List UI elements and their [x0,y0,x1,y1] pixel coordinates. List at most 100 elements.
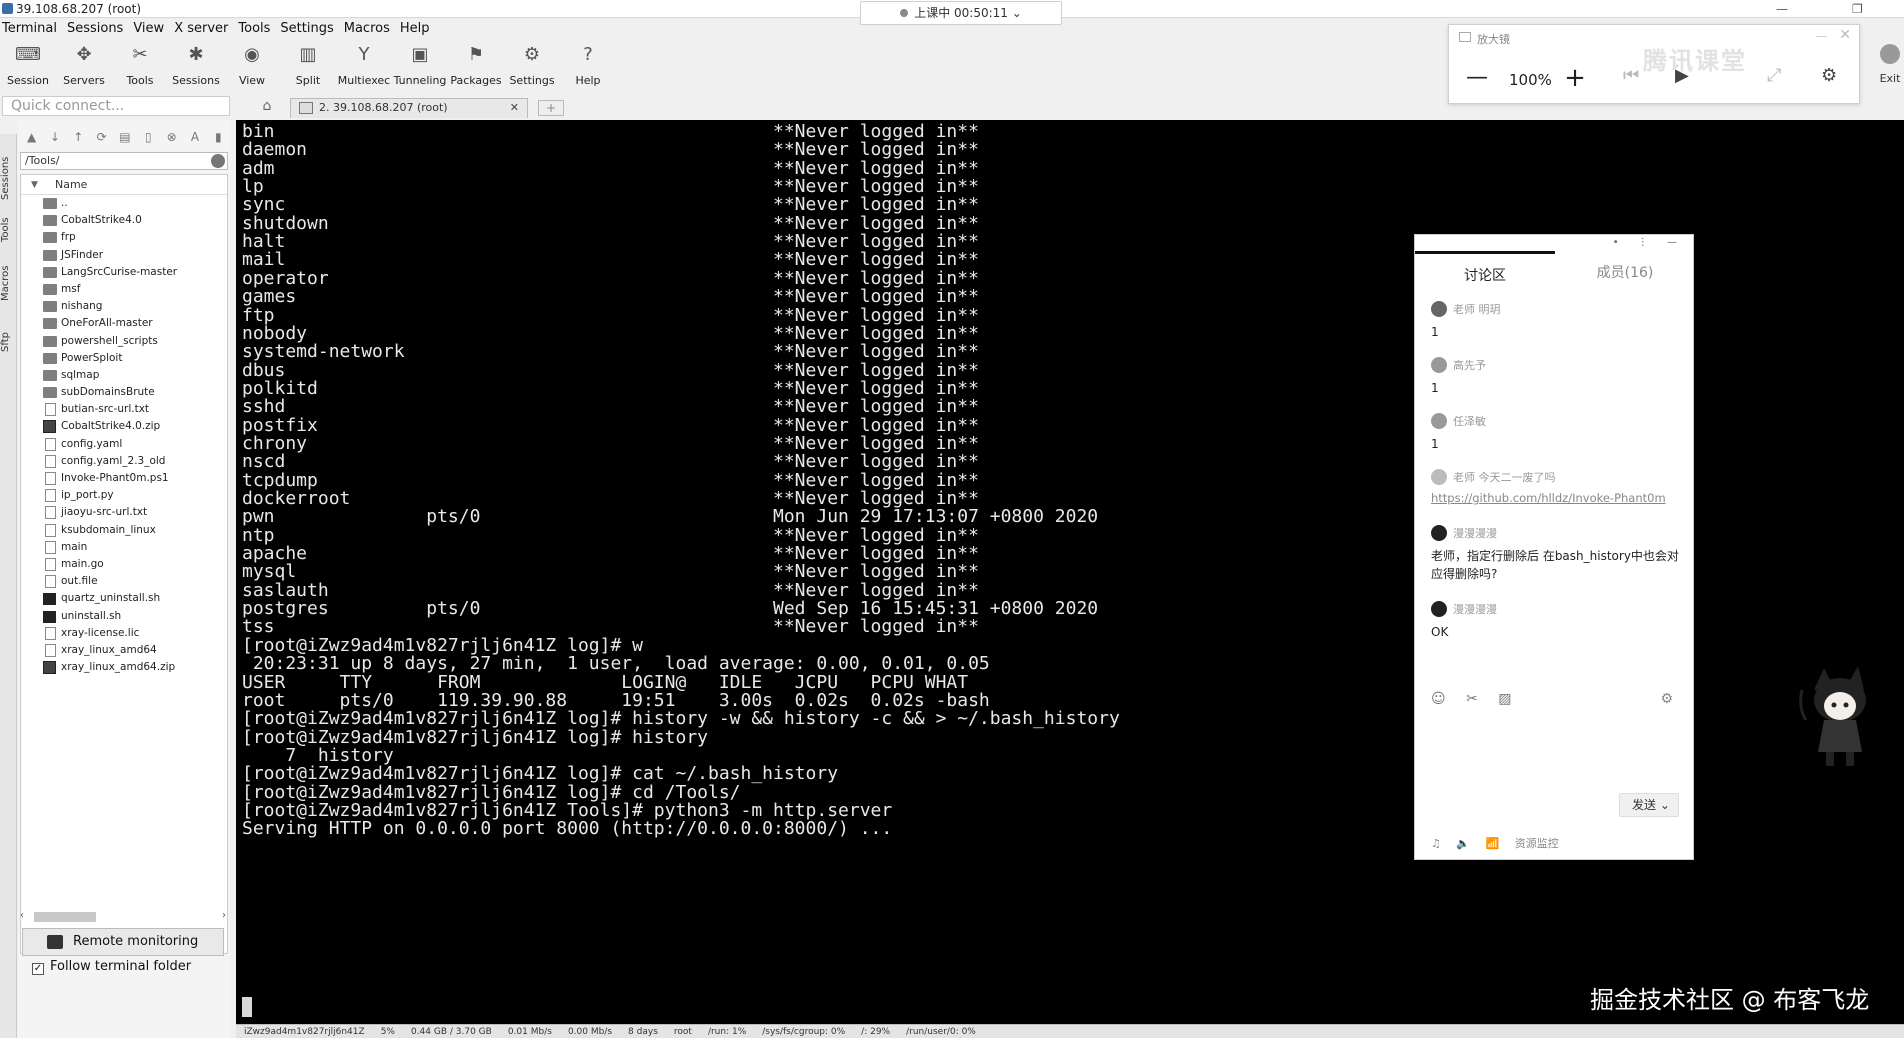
list-item[interactable]: ip_port.py [21,487,227,504]
list-item[interactable]: msf [21,281,227,298]
vtab-tools[interactable]: Tools [0,210,17,250]
list-item[interactable]: main.go [21,556,227,573]
delete-icon[interactable]: ⊗ [162,128,181,146]
list-item[interactable]: Invoke-Phant0m.ps1 [21,470,227,487]
toolbar-servers-button[interactable]: ✥ Servers [56,41,112,89]
list-item[interactable]: xray_linux_amd64 [21,642,227,659]
rename-icon[interactable]: A [185,128,204,146]
refresh-icon[interactable]: ⟳ [92,128,111,146]
list-item[interactable]: subDomainsBrute [21,384,227,401]
list-item[interactable]: out.file [21,573,227,590]
remote-monitoring-button[interactable]: Remote monitoring [22,928,224,956]
list-item[interactable]: ksubdomain_linux [21,522,227,539]
chat-settings-icon[interactable]: ⚙ [1660,691,1673,707]
home-tab-icon[interactable]: ⌂ [252,98,282,118]
session-icon: ⌨ [15,43,41,65]
list-item[interactable]: nishang [21,298,227,315]
vtab-macros[interactable]: Macros [0,258,17,308]
upload-icon[interactable]: ↑ [69,128,88,146]
menu-macros[interactable]: Macros [342,19,398,39]
magnifier-minimize-button[interactable]: — [1815,29,1827,43]
follow-path-icon[interactable] [211,154,225,168]
list-item[interactable]: config.yaml [21,436,227,453]
tab-discussion[interactable]: 讨论区 [1415,251,1555,284]
toolbar-help-button[interactable]: ? Help [560,41,616,89]
list-item[interactable]: powershell_scripts [21,333,227,350]
list-item[interactable]: CobaltStrike4.0.zip [21,418,227,435]
list-item[interactable]: jiaoyu-src-url.txt [21,504,227,521]
maximize-button[interactable]: ❐ [1852,0,1863,18]
list-item[interactable]: main [21,539,227,556]
exit-button[interactable]: Exit [1878,44,1902,85]
session-tab[interactable]: 2. 39.108.68.207 (root) ✕ [290,98,528,118]
vtab-sessions[interactable]: Sessions [0,148,17,208]
previous-icon[interactable]: ⏮ [1623,65,1639,86]
magnifier-close-button[interactable]: ✕ [1839,27,1851,43]
toolbar-tunneling-button[interactable]: ▣ Tunneling [392,41,448,89]
toolbar-settings-button[interactable]: ⚙ Settings [504,41,560,89]
hidden-files-icon[interactable]: ▮ [209,128,228,146]
list-item[interactable]: butian-src-url.txt [21,401,227,418]
tab-members[interactable]: 成员(16) [1555,251,1695,281]
menu-help[interactable]: Help [398,19,438,39]
download-icon[interactable]: ↓ [45,128,64,146]
menu-settings[interactable]: Settings [278,19,341,39]
sftp-path-input[interactable]: /Tools/ [20,152,228,170]
new-tab-button[interactable]: + [538,100,564,116]
zoom-out-button[interactable]: — [1465,65,1489,90]
fullscreen-icon[interactable]: ⤢ [1767,65,1781,86]
list-item[interactable]: frp [21,229,227,246]
menu-tools[interactable]: Tools [236,19,278,39]
list-item[interactable]: CobaltStrike4.0 [21,212,227,229]
list-item[interactable]: uninstall.sh [21,608,227,625]
scroll-left-icon[interactable]: ‹ [20,910,24,921]
list-item[interactable]: sqlmap [21,367,227,384]
minimize-button[interactable]: — [1776,0,1788,18]
toolbar-split-button[interactable]: ▥ Split [280,41,336,89]
list-item[interactable]: OneForAll-master [21,315,227,332]
new-file-icon[interactable]: ▯ [139,128,158,146]
emoji-icon[interactable]: ☺ [1431,691,1446,707]
menu-sessions[interactable]: Sessions [65,19,131,39]
scroll-thumb[interactable] [34,912,96,922]
scroll-right-icon[interactable]: › [222,910,226,921]
zoom-in-button[interactable]: + [1563,63,1587,93]
menu-view[interactable]: View [131,19,172,39]
list-item[interactable]: config.yaml_2.3_old [21,453,227,470]
microphone-icon[interactable]: ♫ [1431,837,1441,850]
quick-connect-input[interactable]: Quick connect... [2,96,230,116]
file-list-hscrollbar[interactable]: ‹ › [20,910,228,924]
column-header-name[interactable]: ▼ Name [21,175,227,195]
list-item[interactable]: xray-license.lic [21,625,227,642]
resource-monitor-label[interactable]: 资源监控 [1515,837,1559,850]
list-item[interactable]: PowerSploit [21,350,227,367]
toolbar-tools-button[interactable]: ✂ Tools [112,41,168,89]
follow-terminal-folder-checkbox[interactable]: ✓ Follow terminal folder [32,958,191,976]
image-icon[interactable]: ▨ [1498,691,1511,707]
play-icon[interactable]: ▶ [1675,65,1689,86]
scissors-icon[interactable]: ✂ [1466,691,1478,707]
menu-xserver[interactable]: X server [172,19,236,39]
toolbar-multiexec-button[interactable]: Y Multiexec [336,41,392,89]
list-item[interactable]: LangSrcCurise-master [21,264,227,281]
new-folder-icon[interactable]: ▤ [115,128,134,146]
magnifier-settings-icon[interactable]: ⚙ [1821,65,1837,86]
vtab-sftp[interactable]: Sftp [0,324,17,360]
speaker-icon[interactable]: 🔈 [1456,837,1470,850]
toolbar-packages-button[interactable]: ⚑ Packages [448,41,504,89]
menu-terminal[interactable]: Terminal [0,19,65,39]
close-tab-icon[interactable]: ✕ [510,99,519,117]
panel-window-controls[interactable]: • ⋮ — [1613,237,1685,248]
toolbar-sessions-button[interactable]: ✱ Sessions [168,41,224,89]
toolbar-session-button[interactable]: ⌨ Session [0,41,56,89]
list-item[interactable]: xray_linux_amd64.zip [21,659,227,676]
toolbar-view-button[interactable]: ◉ View [224,41,280,89]
list-item[interactable]: quartz_uninstall.sh [21,590,227,607]
chat-link[interactable]: https://github.com/hlldz/Invoke-Phant0m [1431,491,1687,505]
checkbox-checked-icon[interactable]: ✓ [32,963,44,975]
list-item[interactable]: .. [21,195,227,212]
up-folder-icon[interactable]: ▲ [22,128,41,146]
signal-icon[interactable]: 📶 [1486,837,1500,850]
list-item[interactable]: JSFinder [21,247,227,264]
send-button[interactable]: 发送 ⌄ [1619,793,1679,817]
